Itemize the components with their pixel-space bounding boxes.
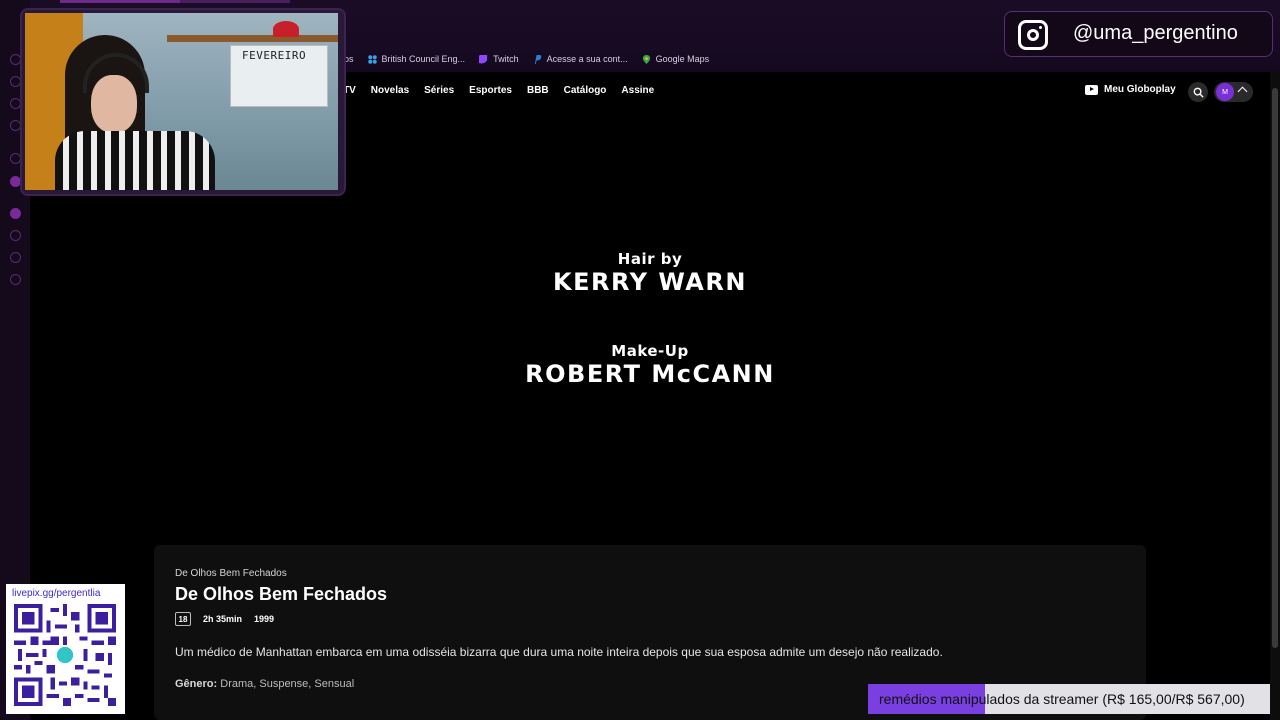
breadcrumb: De Olhos Bem Fechados <box>175 568 287 579</box>
nav-item-novelas[interactable]: Novelas <box>371 85 409 96</box>
bookmark-label: Acesse a sua cont... <box>546 54 628 64</box>
bookmark-item[interactable]: Google Maps <box>642 54 710 64</box>
credit-role: Make-Up <box>611 342 689 360</box>
credit-block: Make-Up ROBERT McCANN <box>0 342 1280 388</box>
nav-item-assine[interactable]: Assine <box>621 85 654 96</box>
browser-tab[interactable] <box>60 0 180 3</box>
instagram-icon <box>1018 20 1048 50</box>
credit-role: Hair by <box>617 250 683 268</box>
movie-synopsis: Um médico de Manhattan embarca em uma od… <box>175 645 943 659</box>
meu-globoplay-link[interactable]: Meu Globoplay <box>1085 84 1176 95</box>
goal-ticker-text: remédios manipulados da streamer (R$ 165… <box>879 691 1245 707</box>
bookmark-label: Twitch <box>493 54 519 64</box>
bookmark-label: Google Maps <box>655 54 710 64</box>
genre-label: Gênero: <box>175 678 218 690</box>
search-button[interactable] <box>1188 82 1208 102</box>
main-nav: TV Novelas Séries Esportes BBB Catálogo … <box>343 85 654 96</box>
maps-pin-icon <box>642 54 650 64</box>
avatar-initial: M <box>1222 88 1228 96</box>
bookmarks-bar: ros British Council Eng... Twitch Acesse… <box>341 52 709 66</box>
credit-name: ROBERT McCANN <box>525 360 775 388</box>
instagram-handle: @uma_pergentino <box>1073 22 1238 44</box>
nav-item-bbb[interactable]: BBB <box>527 85 549 96</box>
webcam-feed: FEVEREIRO <box>25 13 338 190</box>
meu-globoplay-label: Meu Globoplay <box>1104 84 1176 95</box>
qr-label: livepix.gg/pergentlia <box>12 588 101 599</box>
movie-year: 1999 <box>254 614 275 624</box>
twitch-icon <box>479 54 488 64</box>
page-scrollbar[interactable] <box>1270 72 1280 720</box>
qr-code-icon <box>14 604 116 706</box>
age-rating-badge: 18 <box>175 612 191 626</box>
british-council-icon <box>367 54 377 64</box>
search-icon <box>1193 87 1204 98</box>
bookmark-item[interactable]: British Council Eng... <box>367 54 466 64</box>
movie-genres: Gênero: Drama, Suspense, Sensual <box>175 678 354 690</box>
movie-meta: 18 2h 35min 1999 <box>175 612 274 626</box>
browser-tab[interactable] <box>180 0 290 3</box>
avatar[interactable]: M <box>1216 83 1234 101</box>
movie-duration: 2h 35min <box>203 614 243 624</box>
sidebar-app-icon[interactable] <box>10 208 21 219</box>
play-icon <box>1085 84 1098 95</box>
credit-block: Hair by KERRY WARN <box>0 250 1280 296</box>
bookmark-label: British Council Eng... <box>381 54 466 64</box>
nav-item-catalogo[interactable]: Catálogo <box>564 85 607 96</box>
movie-title: De Olhos Bem Fechados <box>175 584 388 604</box>
webcam-board-text: FEVEREIRO <box>242 49 307 62</box>
credit-name: KERRY WARN <box>553 268 747 296</box>
browser-tab-strip <box>30 0 1280 4</box>
bookmark-item[interactable]: Acesse a sua cont... <box>533 54 628 64</box>
nav-item-series[interactable]: Séries <box>424 85 454 96</box>
sidebar-app-icon[interactable] <box>10 230 21 241</box>
paypal-icon <box>534 54 541 64</box>
nav-item-esportes[interactable]: Esportes <box>469 85 512 96</box>
bookmark-item[interactable]: Twitch <box>479 54 519 64</box>
genre-list: Drama, Suspense, Sensual <box>220 678 355 690</box>
